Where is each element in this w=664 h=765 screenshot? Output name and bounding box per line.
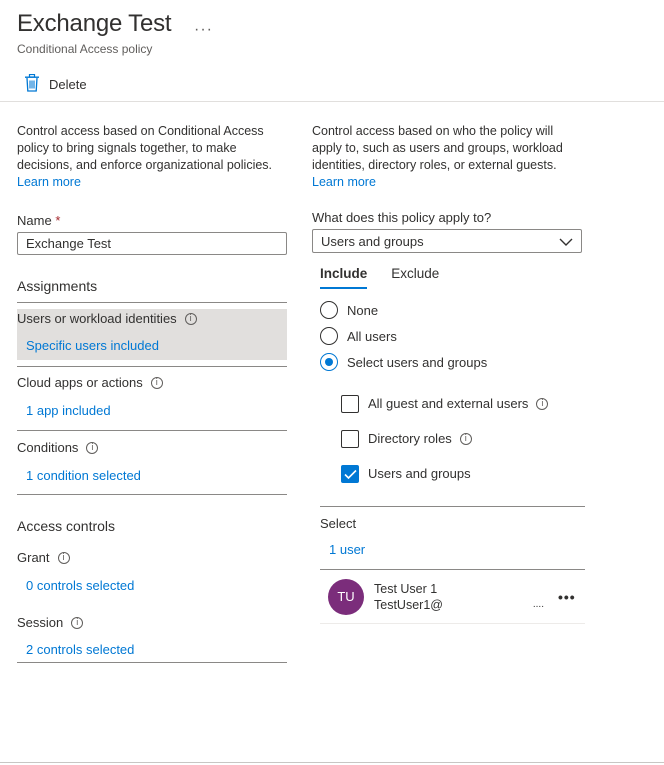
grant-title: Grant	[17, 550, 50, 565]
page-subtitle: Conditional Access policy	[17, 42, 153, 56]
info-icon[interactable]: i	[86, 441, 99, 454]
cloud-apps-title: Cloud apps or actions	[17, 375, 143, 390]
user-more-options-icon[interactable]: •••	[558, 589, 576, 605]
radio-button[interactable]	[320, 301, 338, 319]
conditions-selected-link[interactable]: 1 condition selected	[26, 468, 287, 483]
learn-more-link[interactable]: Learn more	[17, 175, 81, 189]
checkbox-label: All guest and external users	[368, 396, 529, 411]
checkbox-directory-roles[interactable]: Directory roles i	[341, 421, 585, 456]
radio-label: Select users and groups	[347, 354, 488, 370]
conditions-title: Conditions	[17, 440, 79, 455]
user-info: Test User 1 TestUser1@ ....	[374, 581, 544, 613]
conditions-row[interactable]: Conditions i 1 condition selected	[17, 440, 287, 495]
policy-description-text: Control access based on Conditional Acce…	[17, 124, 273, 172]
divider	[320, 506, 585, 507]
checkbox-guest-external-users[interactable]: All guest and external users i	[341, 386, 585, 421]
checkbox[interactable]	[341, 394, 359, 413]
assignment-description: Control access based on who the policy w…	[312, 123, 585, 191]
info-icon[interactable]: i	[536, 397, 549, 410]
radio-label: None	[347, 302, 379, 318]
row-title: Cloud apps or actions i	[17, 375, 287, 390]
info-icon[interactable]: i	[459, 432, 472, 445]
radio-none[interactable]: None	[320, 297, 585, 323]
cloud-apps-row[interactable]: Cloud apps or actions i 1 app included	[17, 375, 287, 431]
delete-button[interactable]: Delete	[24, 73, 87, 95]
users-assignment-panel: Control access based on who the policy w…	[312, 123, 585, 624]
page-title: Exchange Test	[17, 10, 172, 37]
row-title: Conditions i	[17, 440, 287, 455]
row-title: Session i	[17, 615, 287, 630]
checkbox-users-groups[interactable]: Users and groups	[341, 456, 585, 491]
policy-settings-panel: Control access based on Conditional Acce…	[17, 123, 287, 663]
row-title: Grant i	[17, 550, 287, 565]
radio-select-users-groups[interactable]: Select users and groups	[320, 349, 585, 375]
selected-user-row: TU Test User 1 TestUser1@ .... •••	[320, 570, 585, 624]
radio-button[interactable]	[320, 327, 338, 345]
radio-all-users[interactable]: All users	[320, 323, 585, 349]
access-controls-heading: Access controls	[17, 518, 116, 534]
learn-more-link[interactable]: Learn more	[312, 175, 376, 189]
checkbox-label: Users and groups	[368, 466, 471, 481]
row-title: Users or workload identities i	[17, 311, 287, 326]
include-exclude-tabs: Include Exclude	[320, 266, 585, 289]
apps-included-link[interactable]: 1 app included	[26, 403, 287, 418]
trash-icon	[24, 73, 40, 95]
tab-exclude[interactable]: Exclude	[391, 266, 439, 289]
user-scope-radio-group: None All users Select users and groups	[320, 297, 585, 375]
apply-to-dropdown[interactable]: Users and groups	[312, 229, 582, 253]
checkbox[interactable]	[341, 429, 359, 448]
select-label: Select	[320, 516, 357, 531]
users-workload-identities-row[interactable]: Users or workload identities i Specific …	[17, 309, 287, 360]
info-icon[interactable]: i	[150, 376, 163, 389]
name-label: Name *	[17, 213, 287, 228]
checkmark-icon	[344, 469, 357, 479]
info-icon[interactable]: i	[184, 312, 197, 325]
apply-to-value: Users and groups	[321, 233, 424, 249]
name-label-text: Name	[17, 213, 52, 228]
user-type-checkbox-group: All guest and external users i Directory…	[341, 386, 585, 491]
assignments-heading: Assignments	[17, 278, 287, 303]
bottom-divider	[0, 762, 664, 763]
radio-button-checked[interactable]	[320, 353, 338, 371]
command-bar: Delete	[0, 70, 664, 102]
more-options-icon[interactable]: ···	[194, 22, 213, 38]
grant-row[interactable]: Grant i 0 controls selected	[17, 550, 287, 602]
info-icon[interactable]: i	[71, 616, 84, 629]
session-row[interactable]: Session i 2 controls selected	[17, 615, 287, 663]
chevron-down-icon	[559, 234, 573, 249]
policy-description: Control access based on Conditional Acce…	[17, 123, 287, 191]
session-controls-link[interactable]: 2 controls selected	[26, 642, 287, 657]
assignment-description-text: Control access based on who the policy w…	[312, 124, 563, 172]
user-email: TestUser1@ ....	[374, 597, 544, 613]
users-workload-identities-title: Users or workload identities	[17, 311, 177, 326]
user-display-name: Test User 1	[374, 581, 438, 596]
checkbox-label: Directory roles	[368, 431, 452, 446]
specific-users-link[interactable]: Specific users included	[26, 338, 287, 353]
info-icon[interactable]: i	[57, 551, 70, 564]
checkbox-checked[interactable]	[341, 464, 359, 483]
avatar: TU	[328, 578, 364, 615]
policy-name-input[interactable]	[17, 232, 287, 255]
user-email-truncation: ....	[532, 598, 544, 610]
divider	[17, 366, 287, 367]
user-email-text: TestUser1@	[374, 597, 443, 612]
delete-label: Delete	[49, 77, 87, 92]
required-marker: *	[55, 213, 61, 228]
session-title: Session	[17, 615, 64, 630]
selected-users-count-link[interactable]: 1 user	[329, 542, 585, 557]
page-header: Exchange Test	[17, 10, 172, 38]
grant-controls-link[interactable]: 0 controls selected	[26, 578, 287, 593]
apply-to-label: What does this policy apply to?	[312, 210, 492, 225]
tab-include[interactable]: Include	[320, 266, 368, 289]
radio-label: All users	[347, 328, 397, 344]
